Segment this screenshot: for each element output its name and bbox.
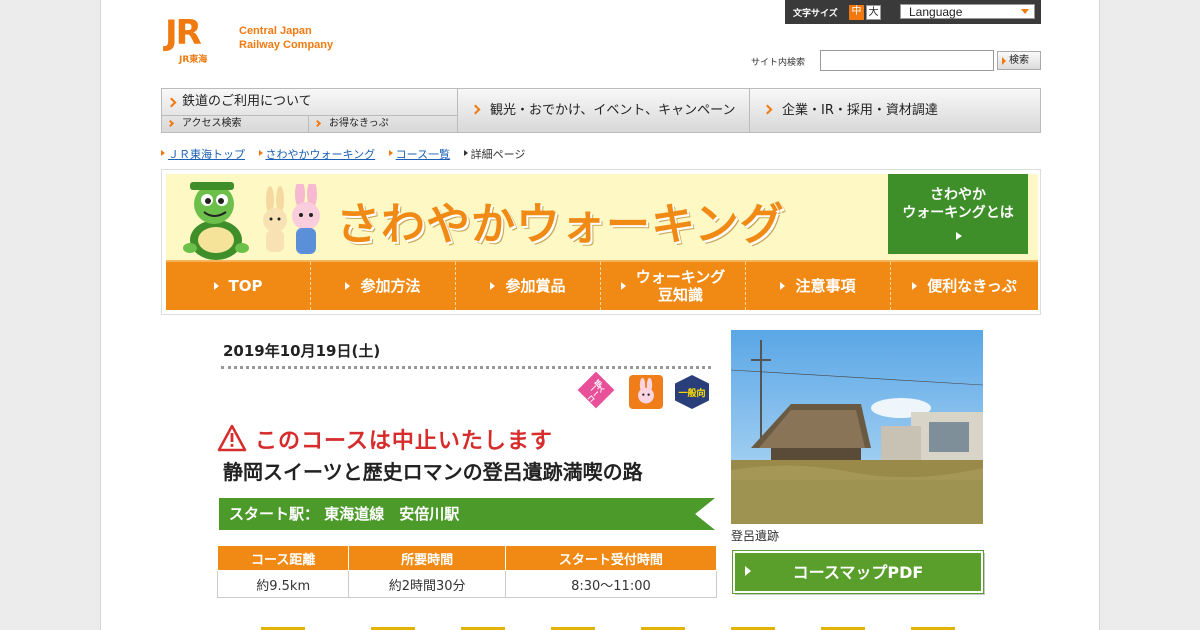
toro-ruins-photo (731, 330, 983, 524)
chevron-right-icon (166, 119, 175, 128)
banner-title: さわやかウォーキング (336, 199, 785, 250)
general-badge-icon: 一般向 (675, 375, 709, 409)
breadcrumb-item[interactable]: さわやかウォーキング (258, 146, 376, 162)
font-size-medium-button[interactable]: 中 (849, 5, 864, 20)
chevron-right-icon (313, 119, 322, 128)
walking-nav-label: 参加賞品 (505, 277, 566, 295)
badge-text: 一般向 (678, 388, 706, 399)
walking-nav-label: ウォーキング (635, 268, 726, 286)
search-button-label: 検索 (1009, 55, 1029, 66)
utility-bar: 文字サイズ 中 大 Language (785, 0, 1041, 24)
breadcrumb-current: 詳細ページ (463, 146, 525, 162)
walking-nav-label: 参加方法 (360, 277, 421, 295)
table-header-row: コース距離 所要時間 スタート受付時間 (216, 545, 718, 571)
walking-nav-label: 便利なきっぷ (927, 277, 1017, 295)
font-size-large-button[interactable]: 大 (866, 5, 881, 20)
global-nav: 鉄道のご利用について アクセス検索 お得なきっぷ 観光・おでかけ、イベント、キャ… (161, 88, 1041, 133)
logo-name-line1: Central Japan (239, 25, 312, 37)
walking-nav-label: 注意事項 (795, 277, 856, 295)
breadcrumb-link[interactable]: コース一覧 (396, 148, 450, 161)
required-time: 約2時間30分 (348, 570, 506, 598)
language-select[interactable]: Language (900, 4, 1035, 19)
triangle-right-icon (780, 282, 786, 290)
walking-nav: TOP 参加方法 参加賞品 ウォーキング 豆知識 注意事項 便利なきっぷ (166, 260, 1038, 310)
triangle-right-icon (213, 282, 219, 290)
logo-name: Central Japan Railway Company (239, 24, 333, 52)
logo-mark: JR (165, 13, 202, 53)
partial-course-badge-icon: 一部 コース (577, 371, 615, 409)
breadcrumb: ＪＲ東海トップ さわやかウォーキング コース一覧 詳細ページ (161, 146, 535, 162)
breadcrumb-item[interactable]: ＪＲ東海トップ (161, 146, 245, 162)
table-row: 約9.5km 約2時間30分 8:30～11:00 (216, 570, 718, 598)
search-input[interactable] (820, 50, 994, 71)
page: JR JR東海 Central Japan Railway Company 文字… (100, 0, 1100, 630)
about-walking-button[interactable]: さわやか ウォーキングとは (888, 174, 1028, 254)
nav-corporate-label: 企業・IR・採用・資材調達 (782, 103, 938, 118)
walking-nav-notes[interactable]: 注意事項 (746, 262, 891, 310)
start-reception-time: 8:30～11:00 (504, 570, 718, 598)
nav-discount-tickets-label: お得なきっぷ (329, 118, 389, 129)
nav-railway-usage-label: 鉄道のご利用について (182, 94, 312, 109)
logo-name-line2: Railway Company (239, 39, 334, 51)
nav-access-search-label: アクセス検索 (182, 118, 242, 129)
table-header: 所要時間 (348, 545, 506, 571)
font-size-label: 文字サイズ (793, 9, 838, 19)
course-info-table: コース距離 所要時間 スタート受付時間 約9.5km 約2時間30分 8:30～… (216, 545, 718, 598)
walking-banner: さわやかウォーキング さわやか ウォーキングとは TOP 参加方法 参加賞品 ウ… (161, 169, 1041, 315)
search-button[interactable]: 検索 (997, 51, 1041, 70)
cancel-notice: このコースは中止いたします (255, 429, 553, 454)
about-line2: ウォーキングとは (902, 205, 1014, 221)
walking-nav-label: 豆知識 (657, 286, 703, 304)
date-divider (221, 366, 711, 369)
rabbit-mascots-icon (263, 184, 320, 254)
breadcrumb-link[interactable]: さわやかウォーキング (266, 148, 376, 161)
logo-sub: JR東海 (179, 55, 208, 65)
language-label: Language (909, 5, 963, 19)
turtle-mascot-icon (183, 182, 249, 260)
nav-access-search[interactable]: アクセス検索 (162, 116, 309, 132)
about-line1: さわやか (930, 187, 986, 203)
course-title: 静岡スイーツと歴史ロマンの登呂遺跡満喫の路 (223, 460, 643, 484)
photo-caption: 登呂遺跡 (731, 529, 780, 543)
course-map-pdf-button[interactable]: コースマップPDF (732, 550, 984, 594)
banner-header: さわやかウォーキング さわやか ウォーキングとは (166, 174, 1038, 260)
table-header: コース距離 (216, 545, 350, 571)
course-distance: 約9.5km (216, 570, 350, 598)
course-badges: 一部 コース 一般向 (577, 371, 713, 411)
triangle-right-icon (912, 282, 918, 290)
nav-tourism-events-label: 観光・おでかけ、イベント、キャンペーン (490, 103, 736, 118)
nav-tourism-events[interactable]: 観光・おでかけ、イベント、キャンペーン (458, 89, 750, 132)
chevron-down-icon (1021, 9, 1029, 14)
walking-nav-label: TOP (228, 277, 263, 295)
walking-nav-prizes[interactable]: 参加賞品 (456, 262, 601, 310)
chevron-right-icon (762, 104, 773, 115)
nav-railway-usage[interactable]: 鉄道のご利用について (162, 89, 458, 116)
table-header: スタート受付時間 (504, 545, 718, 571)
walking-nav-how-to-join[interactable]: 参加方法 (311, 262, 456, 310)
nav-corporate[interactable]: 企業・IR・採用・資材調達 (750, 89, 1040, 132)
triangle-right-icon (490, 282, 496, 290)
breadcrumb-item[interactable]: コース一覧 (388, 146, 450, 162)
walking-nav-tickets[interactable]: 便利なきっぷ (891, 262, 1038, 310)
breadcrumb-link[interactable]: ＪＲ東海トップ (168, 148, 245, 161)
warning-icon (217, 424, 247, 452)
search-label: サイト内検索 (751, 58, 806, 68)
triangle-right-icon (345, 282, 351, 290)
chevron-right-icon (470, 104, 481, 115)
pdf-button-label: コースマップPDF (792, 563, 924, 582)
walking-nav-top[interactable]: TOP (166, 262, 311, 310)
jr-central-logo[interactable]: JR JR東海 Central Japan Railway Company (165, 16, 365, 66)
walking-nav-tips[interactable]: ウォーキング 豆知識 (601, 262, 746, 310)
triangle-right-icon (620, 282, 626, 290)
nav-discount-tickets[interactable]: お得なきっぷ (309, 116, 458, 132)
start-station-bar: スタート駅： 東海道線 安倍川駅 (219, 498, 715, 530)
event-date: 2019年10月19日(土) (223, 342, 381, 360)
chevron-right-icon (166, 97, 177, 108)
rabbit-badge-icon (629, 375, 663, 409)
